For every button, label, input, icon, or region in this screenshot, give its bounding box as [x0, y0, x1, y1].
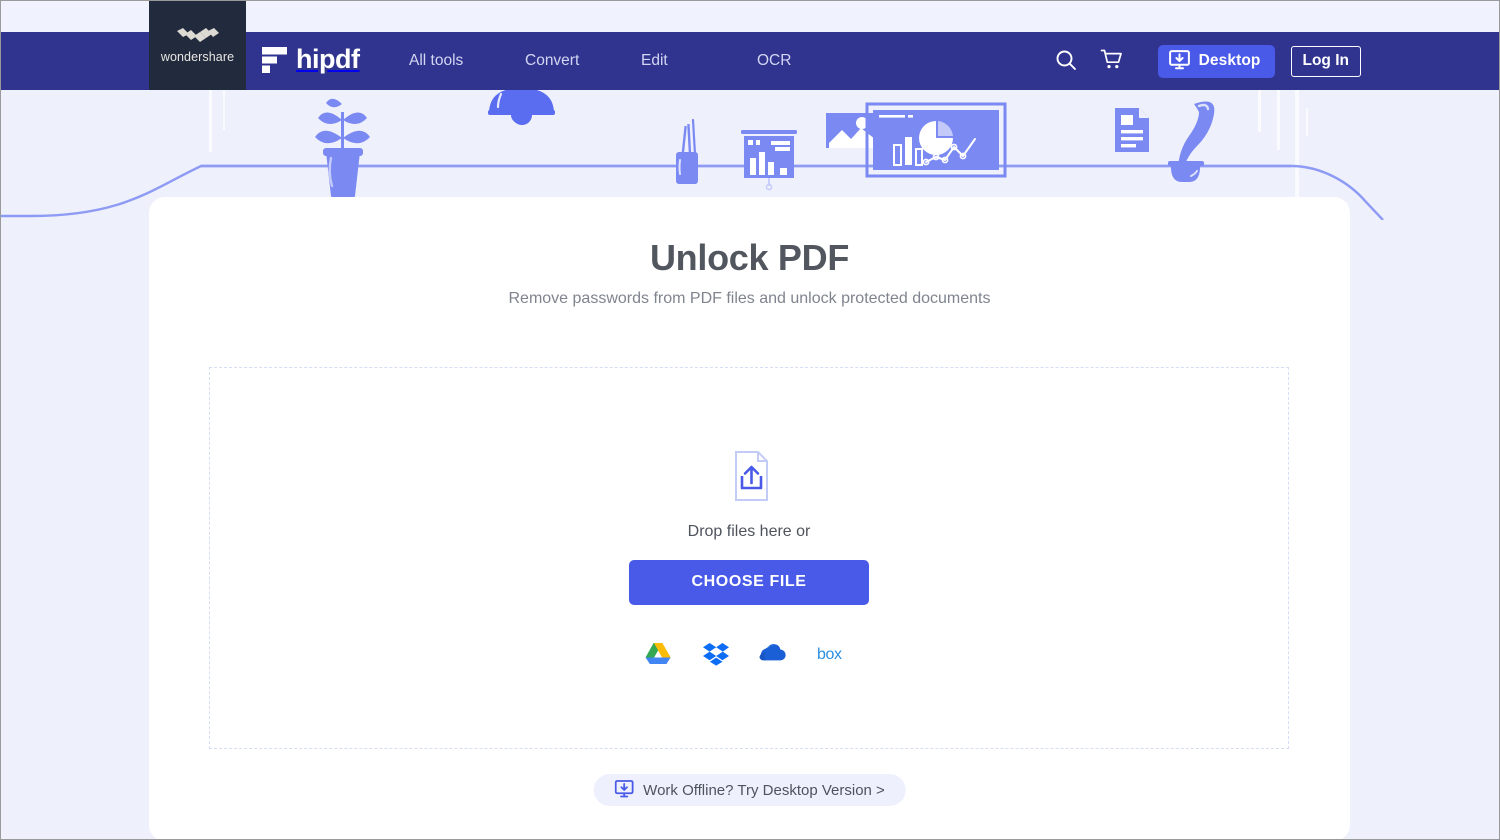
login-button[interactable]: Log In: [1290, 45, 1361, 77]
work-offline-label: Work Offline? Try Desktop Version >: [643, 781, 885, 799]
google-drive-button[interactable]: [643, 641, 673, 667]
hipdf-wordmark: hipdf: [296, 44, 360, 74]
cloud-sources-row: box: [643, 641, 855, 667]
google-drive-icon: [645, 642, 671, 665]
page-subtitle: Remove passwords from PDF files and unlo…: [508, 290, 991, 307]
file-upload-icon: [725, 450, 773, 502]
hipdf-logo[interactable]: hipdf: [262, 44, 360, 74]
file-dropzone[interactable]: Drop files here or CHOOSE FILE box: [209, 367, 1289, 749]
choose-file-button[interactable]: CHOOSE FILE: [629, 559, 869, 605]
dropbox-button[interactable]: [701, 641, 731, 667]
onedrive-icon: [759, 643, 789, 664]
desktop-download-icon: [1168, 49, 1190, 73]
box-icon: box: [817, 645, 855, 663]
dropbox-icon: [703, 642, 729, 666]
page-title: Unlock PDF: [649, 237, 850, 278]
wondershare-brand-block[interactable]: wondershare: [149, 1, 246, 90]
wondershare-wordmark: wondershare: [160, 49, 235, 64]
nav-item-all-tools[interactable]: All tools: [409, 52, 525, 70]
search-icon: [1055, 49, 1077, 74]
svg-text:box: box: [817, 646, 842, 663]
dashboard-screen-illustration: [865, 102, 1007, 178]
nav-actions: Desktop Log In: [1043, 32, 1361, 90]
browser-page: hipdf All tools Convert Edit OCR Desktop…: [0, 0, 1500, 840]
desktop-download-icon: [614, 779, 634, 801]
desktop-button[interactable]: Desktop: [1157, 44, 1275, 78]
hipdf-mark-icon: [262, 46, 287, 73]
nav-item-ocr[interactable]: OCR: [757, 52, 857, 70]
box-button[interactable]: box: [817, 641, 855, 667]
nav-links: All tools Convert Edit OCR: [409, 32, 857, 90]
search-button[interactable]: [1043, 32, 1089, 90]
wondershare-logo-icon: [176, 27, 220, 44]
tool-card: Unlock PDF Remove passwords from PDF fil…: [149, 197, 1350, 839]
drop-files-label: Drop files here or: [687, 522, 811, 540]
desktop-button-label: Desktop: [1198, 52, 1261, 69]
nav-item-convert[interactable]: Convert: [525, 52, 641, 70]
document-illustration: [1115, 108, 1149, 152]
work-offline-button[interactable]: Work Offline? Try Desktop Version >: [593, 774, 906, 806]
nav-item-edit[interactable]: Edit: [641, 52, 757, 70]
cart-button[interactable]: [1089, 32, 1135, 90]
cart-icon: [1100, 48, 1123, 74]
onedrive-button[interactable]: [759, 641, 789, 667]
